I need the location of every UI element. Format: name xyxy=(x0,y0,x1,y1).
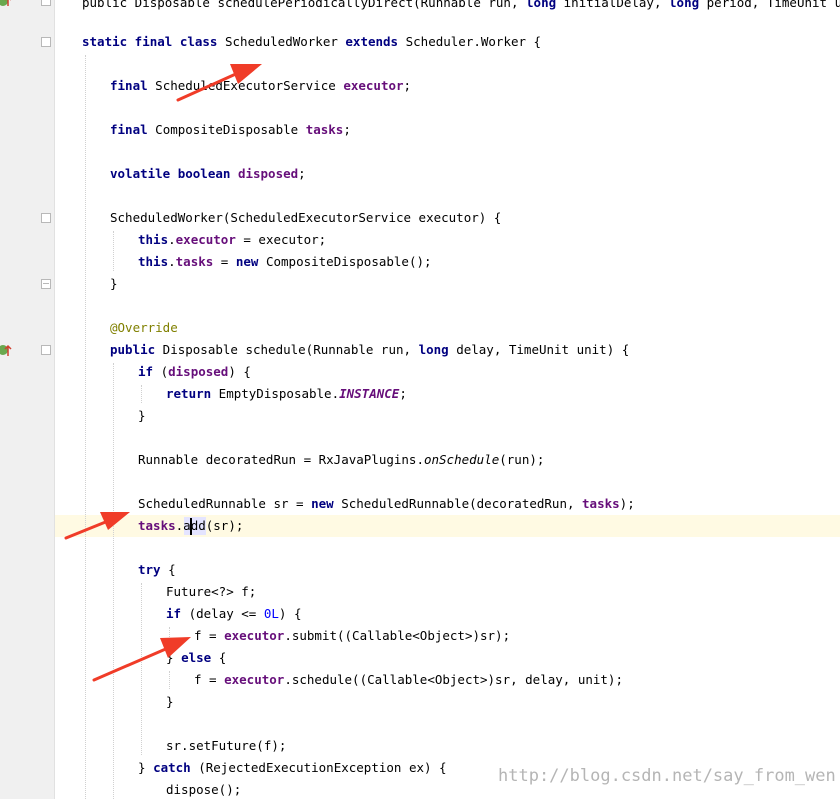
arrow-icon xyxy=(64,512,130,540)
code-editor[interactable]: public Disposable schedulePeriodicallyDi… xyxy=(0,0,840,799)
arrow-icon xyxy=(176,64,262,102)
annotation-arrows xyxy=(64,64,262,682)
arrow-icon xyxy=(92,637,191,682)
watermark: http://blog.csdn.net/say_from_wen xyxy=(498,766,836,786)
